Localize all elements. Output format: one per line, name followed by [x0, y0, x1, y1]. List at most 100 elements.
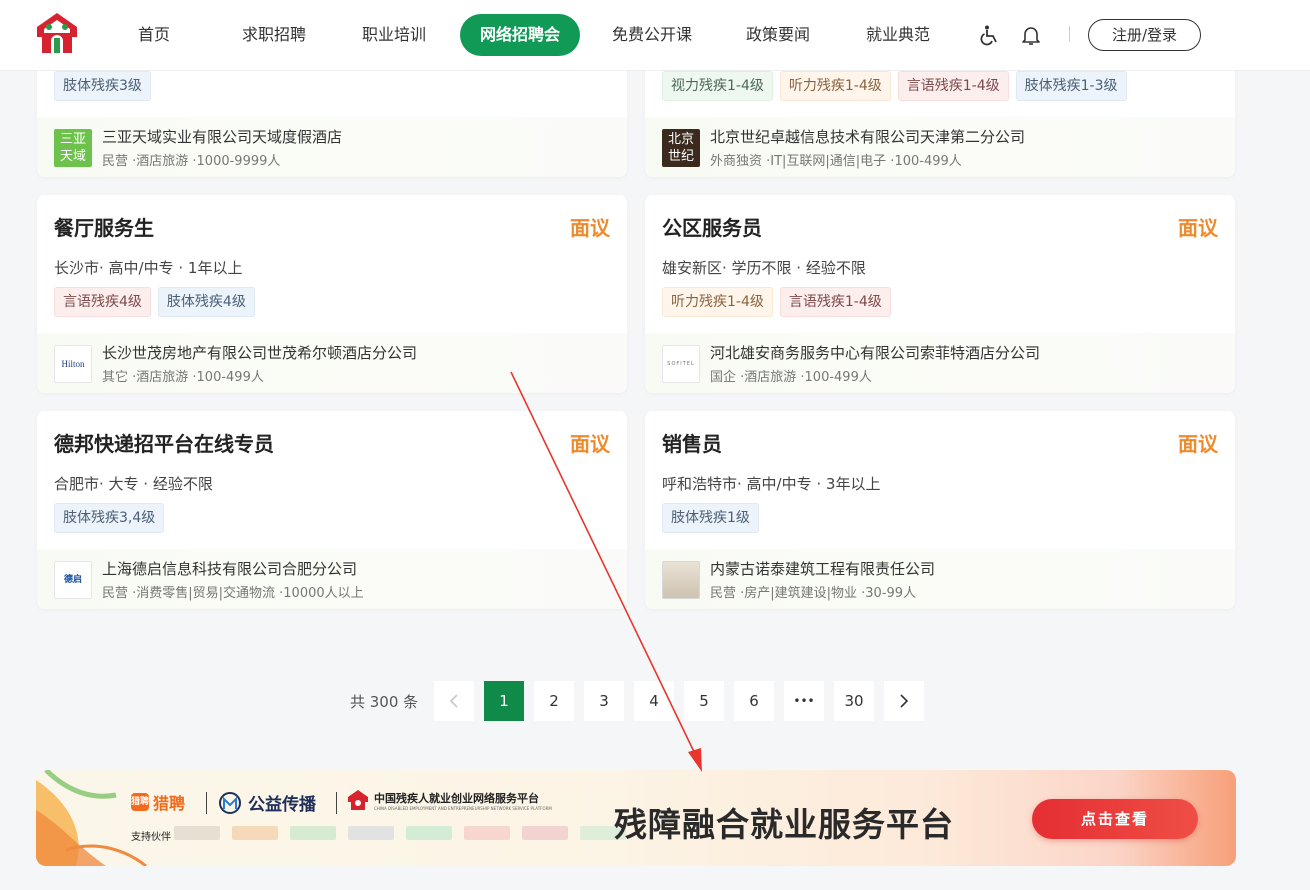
banner-slogan: 残障融合就业服务平台: [614, 805, 954, 844]
header-divider: [1069, 26, 1070, 42]
company-info[interactable]: 内蒙古诺泰建筑工程有限责任公司 民营 ·房产|建筑建设|物业 ·30-99人: [645, 549, 1235, 609]
job-salary: 面议: [1178, 216, 1218, 240]
company-info[interactable]: 三亚天域 三亚天域实业有限公司天域度假酒店 民营 ·酒店旅游 ·1000-999…: [37, 117, 627, 177]
disability-tag: 肢体残疾1-3级: [1015, 71, 1127, 101]
top-header: 首页 求职招聘 职业培训 网络招聘会 免费公开课 政策要闻 就业典范 注册/登录: [0, 0, 1310, 71]
promo-banner[interactable]: 猎聘 猎聘 公益传播 中国残疾人就业创业网络服务平台 CHINA DISABLE…: [36, 770, 1236, 866]
gongyi-logo: 公益传播: [217, 790, 316, 815]
disability-tags: 肢体残疾3级: [54, 71, 151, 101]
disability-tags: 视力残疾1-4级 听力残疾1-4级 言语残疾1-4级 肢体残疾1-3级: [662, 71, 1127, 101]
partner-logo: [232, 826, 278, 840]
nav-policy-news[interactable]: 政策要闻: [738, 14, 818, 56]
job-meta: 呼和浩特市· 高中/中专 · 3年以上: [662, 475, 881, 493]
company-logo: Hilton: [54, 345, 92, 383]
job-card[interactable]: 销售员 面议 呼和浩特市· 高中/中专 · 3年以上 肢体残疾1级 内蒙古诺泰建…: [645, 411, 1235, 609]
nav-online-job-fair[interactable]: 网络招聘会: [460, 14, 580, 56]
banner-view-button[interactable]: 点击查看: [1032, 799, 1198, 839]
disability-tags: 言语残疾4级 肢体残疾4级: [54, 287, 255, 317]
support-label: 支持伙伴: [131, 832, 171, 843]
pagination-page[interactable]: 2: [534, 681, 574, 721]
company-name: 长沙世茂房地产有限公司世茂希尔顿酒店分公司: [102, 344, 418, 362]
pagination-ellipsis[interactable]: •••: [784, 681, 824, 721]
disability-tag: 肢体残疾4级: [157, 287, 255, 317]
company-info[interactable]: 北京世纪 北京世纪卓越信息技术有限公司天津第二分公司 外商独资 ·IT|互联网|…: [645, 117, 1235, 177]
job-salary: 面议: [570, 216, 610, 240]
liepin-logo: 猎聘 猎聘: [131, 790, 185, 814]
company-name: 上海德启信息科技有限公司合肥分公司: [102, 560, 358, 578]
gongyi-text: 公益传播: [248, 795, 316, 815]
disability-tag: 视力残疾1-4级: [662, 71, 773, 101]
partner-logo: [464, 826, 510, 840]
job-meta: 长沙市· 高中/中专 · 1年以上: [54, 259, 243, 277]
pagination-next[interactable]: [884, 681, 924, 721]
job-salary: 面议: [1178, 432, 1218, 456]
job-title[interactable]: 德邦快递招平台在线专员: [54, 428, 274, 457]
banner-divider: [206, 792, 207, 814]
company-details: 国企 ·酒店旅游 ·100-499人: [710, 370, 872, 385]
job-meta: 合肥市· 大专 · 经验不限: [54, 475, 213, 493]
wheelchair-icon[interactable]: [978, 24, 1000, 46]
job-title[interactable]: 餐厅服务生: [54, 212, 154, 241]
job-card[interactable]: 公区服务员 面议 雄安新区· 学历不限 · 经验不限 听力残疾1-4级 言语残疾…: [645, 195, 1235, 393]
company-info[interactable]: SOFITEL 河北雄安商务服务中心有限公司索菲特酒店分公司 国企 ·酒店旅游 …: [645, 333, 1235, 393]
company-name: 北京世纪卓越信息技术有限公司天津第二分公司: [710, 128, 1026, 146]
nav-home[interactable]: 首页: [124, 14, 184, 56]
job-card[interactable]: 德邦快递招平台在线专员 面议 合肥市· 大专 · 经验不限 肢体残疾3,4级 德…: [37, 411, 627, 609]
partner-logos: [174, 826, 626, 840]
company-details: 民营 ·房产|建筑建设|物业 ·30-99人: [710, 586, 917, 601]
disability-tags: 肢体残疾1级: [662, 503, 759, 533]
job-card[interactable]: 餐厅服务生 面议 长沙市· 高中/中专 · 1年以上 言语残疾4级 肢体残疾4级…: [37, 195, 627, 393]
company-details: 外商独资 ·IT|互联网|通信|电子 ·100-499人: [710, 154, 962, 169]
partner-logo: [174, 826, 220, 840]
disability-tag: 听力残疾1-4级: [662, 287, 773, 317]
company-name: 内蒙古诺泰建筑工程有限责任公司: [710, 560, 936, 578]
disability-tag: 肢体残疾1级: [662, 503, 759, 533]
bell-icon[interactable]: [1020, 24, 1042, 46]
nav-free-courses[interactable]: 免费公开课: [604, 14, 700, 56]
disability-tag: 肢体残疾3级: [54, 71, 151, 101]
job-salary: 面议: [570, 432, 610, 456]
disability-tag: 言语残疾4级: [54, 287, 151, 317]
job-meta: 雄安新区· 学历不限 · 经验不限: [662, 259, 866, 277]
disability-tag: 言语残疾1-4级: [779, 287, 891, 317]
company-logo: SOFITEL: [662, 345, 700, 383]
partner-logo: [290, 826, 336, 840]
partner-logo: [522, 826, 568, 840]
partner-logo: [348, 826, 394, 840]
disability-tag: 言语残疾1-4级: [897, 71, 1009, 101]
pagination-prev[interactable]: [434, 681, 474, 721]
company-logo: 三亚天域: [54, 129, 92, 167]
nav-training[interactable]: 职业培训: [354, 14, 434, 56]
disability-tag: 听力残疾1-4级: [779, 71, 891, 101]
disability-tag: 肢体残疾3,4级: [54, 503, 165, 533]
company-details: 民营 ·消费零售|贸易|交通物流 ·10000人以上: [102, 586, 364, 601]
company-logo: [662, 561, 700, 599]
chevron-right-icon: [900, 694, 909, 708]
company-info[interactable]: Hilton 长沙世茂房地产有限公司世茂希尔顿酒店分公司 其它 ·酒店旅游 ·1…: [37, 333, 627, 393]
company-name: 三亚天域实业有限公司天域度假酒店: [102, 128, 343, 146]
banner-decoration-art: [36, 770, 147, 866]
login-register-button[interactable]: 注册/登录: [1088, 19, 1201, 51]
nav-role-models[interactable]: 就业典范: [858, 14, 938, 56]
platform-icon: [348, 790, 368, 810]
pagination-page[interactable]: 1: [484, 681, 524, 721]
pagination-page[interactable]: 6: [734, 681, 774, 721]
company-logo: 北京世纪: [662, 129, 700, 167]
pagination-page[interactable]: 3: [584, 681, 624, 721]
job-title[interactable]: 公区服务员: [662, 212, 762, 241]
job-title[interactable]: 销售员: [662, 428, 722, 457]
nav-job-search[interactable]: 求职招聘: [234, 14, 314, 56]
company-logo: 德启: [54, 561, 92, 599]
pagination-page[interactable]: 30: [834, 681, 874, 721]
pagination-page[interactable]: 5: [684, 681, 724, 721]
disability-tags: 肢体残疾3,4级: [54, 503, 165, 533]
liepin-text: 猎聘: [153, 794, 186, 813]
pagination-page[interactable]: 4: [634, 681, 674, 721]
liepin-icon: 猎聘: [131, 793, 149, 811]
platform-title-en: CHINA DISABLED EMPLOYMENT AND ENTREPRENE…: [374, 805, 552, 811]
pagination-total: 共 300 条: [350, 693, 419, 711]
site-logo[interactable]: [34, 11, 80, 57]
company-info[interactable]: 德启 上海德启信息科技有限公司合肥分公司 民营 ·消费零售|贸易|交通物流 ·1…: [37, 549, 627, 609]
platform-logo: 中国残疾人就业创业网络服务平台 CHINA DISABLED EMPLOYMEN…: [347, 789, 552, 811]
disability-tags: 听力残疾1-4级 言语残疾1-4级: [662, 287, 891, 317]
